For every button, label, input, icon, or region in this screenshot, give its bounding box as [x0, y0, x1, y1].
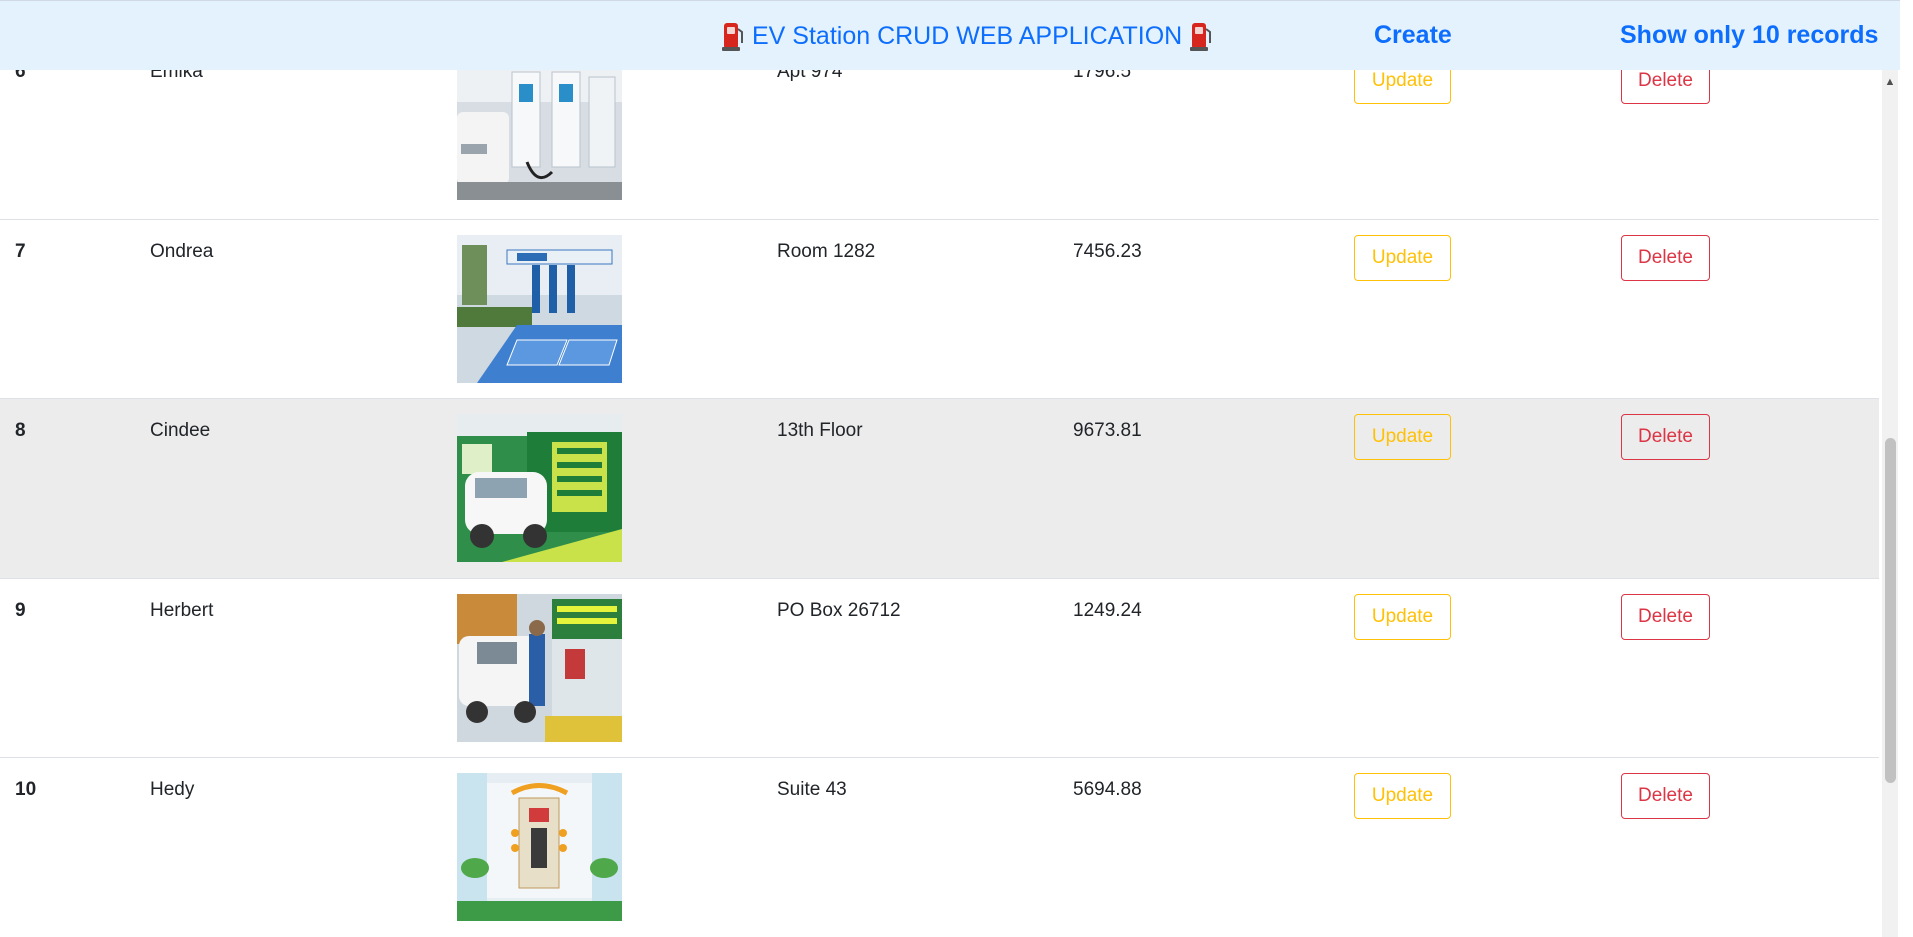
station-image: [457, 235, 622, 383]
show-10-records-link[interactable]: Show only 10 records: [1620, 21, 1878, 50]
scroll-up-arrow-icon[interactable]: ▲: [1882, 72, 1898, 92]
stations-table: 6 Emika Apt 974 1796.5 Update Delete 7 O…: [0, 0, 1879, 937]
delete-button[interactable]: Delete: [1621, 773, 1710, 819]
row-price: 5694.88: [1073, 779, 1142, 800]
row-id: 8: [15, 420, 26, 441]
top-navbar: EV Station CRUD WEB APPLICATION Create S…: [0, 0, 1900, 70]
row-id: 9: [15, 600, 26, 621]
brand-link[interactable]: EV Station CRUD WEB APPLICATION: [722, 21, 1212, 51]
fuel-pump-icon: [722, 21, 744, 51]
row-id: 10: [15, 779, 37, 800]
row-address: 13th Floor: [777, 420, 863, 441]
app-title: EV Station CRUD WEB APPLICATION: [752, 21, 1183, 50]
row-price: 1249.24: [1073, 600, 1142, 621]
table-row: 7 Ondrea Room 1282 7456.23 Update Delete: [0, 220, 1879, 399]
table-row: 10 Hedy Suite 43 5694.88 Update Delete: [0, 758, 1879, 937]
update-button[interactable]: Update: [1354, 594, 1451, 640]
delete-button[interactable]: Delete: [1621, 594, 1710, 640]
row-name: Cindee: [150, 420, 211, 441]
delete-button[interactable]: Delete: [1621, 414, 1710, 460]
update-button[interactable]: Update: [1354, 773, 1451, 819]
row-price: 9673.81: [1073, 420, 1142, 441]
row-address: Suite 43: [777, 779, 847, 800]
fuel-pump-icon: [1190, 21, 1212, 51]
row-id: 7: [15, 241, 26, 262]
station-image: [457, 773, 622, 921]
row-name: Ondrea: [150, 241, 214, 262]
update-button[interactable]: Update: [1354, 235, 1451, 281]
row-price: 7456.23: [1073, 241, 1142, 262]
delete-button[interactable]: Delete: [1621, 235, 1710, 281]
row-name: Hedy: [150, 779, 195, 800]
station-image: [457, 414, 622, 562]
table-row: 8 Cindee 13th Floor 9673.81 Update Delet…: [0, 399, 1879, 579]
row-name: Herbert: [150, 600, 214, 621]
station-image: [457, 594, 622, 742]
station-image: [457, 52, 622, 200]
scrollbar-thumb[interactable]: [1885, 438, 1896, 783]
table-row: 9 Herbert PO Box 26712 1249.24 Update De…: [0, 579, 1879, 758]
row-address: PO Box 26712: [777, 600, 901, 621]
update-button[interactable]: Update: [1354, 414, 1451, 460]
row-address: Room 1282: [777, 241, 876, 262]
create-link[interactable]: Create: [1374, 21, 1452, 50]
